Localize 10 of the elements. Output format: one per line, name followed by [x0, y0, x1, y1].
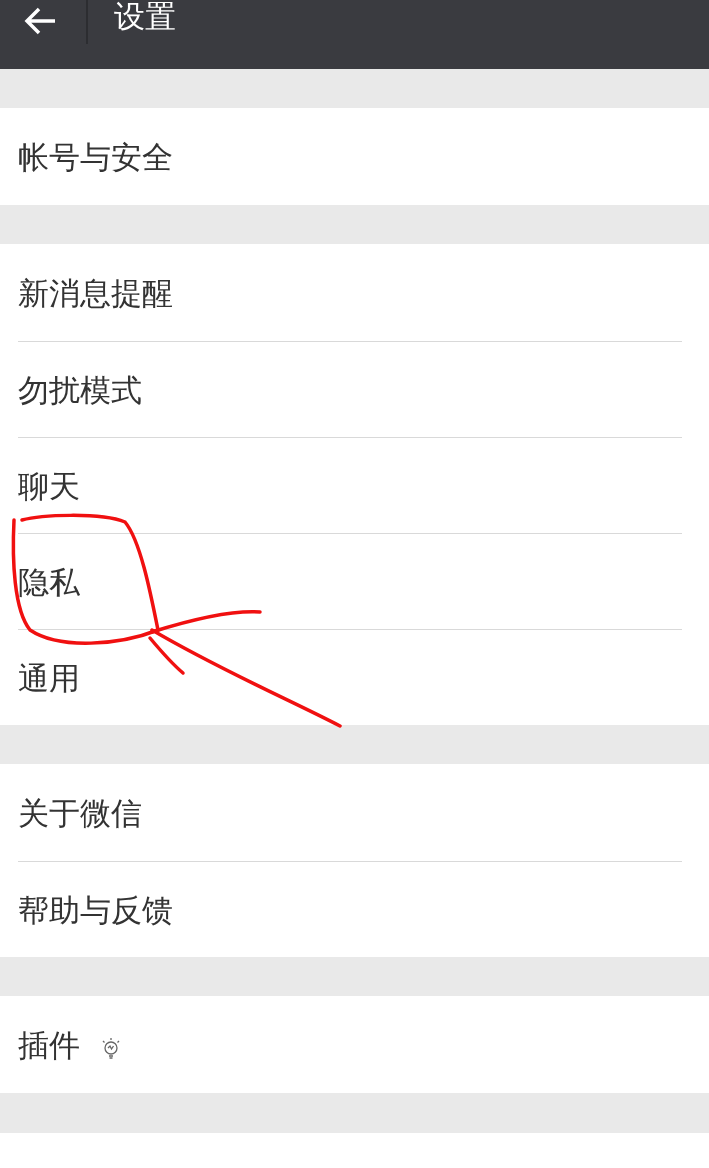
- back-arrow-icon: [23, 6, 57, 36]
- settings-item[interactable]: 通用: [18, 629, 682, 725]
- settings-item[interactable]: 新消息提醒: [18, 244, 682, 341]
- settings-item[interactable]: 勿扰模式: [18, 341, 682, 437]
- page-title: 设置: [114, 0, 176, 36]
- settings-item[interactable]: 聊天: [18, 437, 682, 533]
- settings-item[interactable]: 隐私: [18, 533, 682, 629]
- settings-item[interactable]: 关于微信: [18, 764, 682, 861]
- lightbulb-icon: [100, 1035, 122, 1060]
- settings-item[interactable]: 帮助与反馈: [18, 861, 682, 957]
